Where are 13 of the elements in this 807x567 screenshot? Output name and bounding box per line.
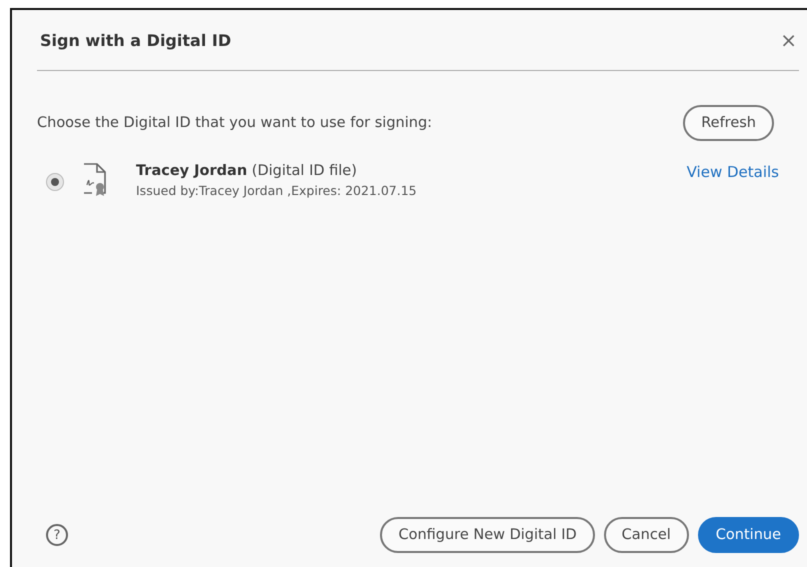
refresh-button[interactable]: Refresh bbox=[683, 105, 774, 141]
digital-id-name: Tracey Jordan (Digital ID file) bbox=[136, 163, 358, 179]
dialog-title: Sign with a Digital ID bbox=[40, 30, 232, 50]
digital-id-details: Issued by:Tracey Jordan ,Expires: 2021.07.15 bbox=[136, 183, 418, 198]
help-button[interactable]: ? bbox=[46, 524, 68, 546]
secondary-button[interactable]: Cancel bbox=[604, 517, 689, 553]
certificate-document-icon bbox=[82, 163, 108, 197]
close-button[interactable]: × bbox=[778, 28, 799, 52]
radio-button[interactable] bbox=[46, 173, 64, 191]
view-details-link[interactable]: View Details bbox=[686, 163, 779, 181]
secondary-button[interactable]: Configure New Digital ID bbox=[380, 517, 595, 553]
instruction-text: Choose the Digital ID that you want to use for signing: bbox=[37, 115, 432, 131]
primary-button[interactable]: Continue bbox=[698, 517, 799, 553]
